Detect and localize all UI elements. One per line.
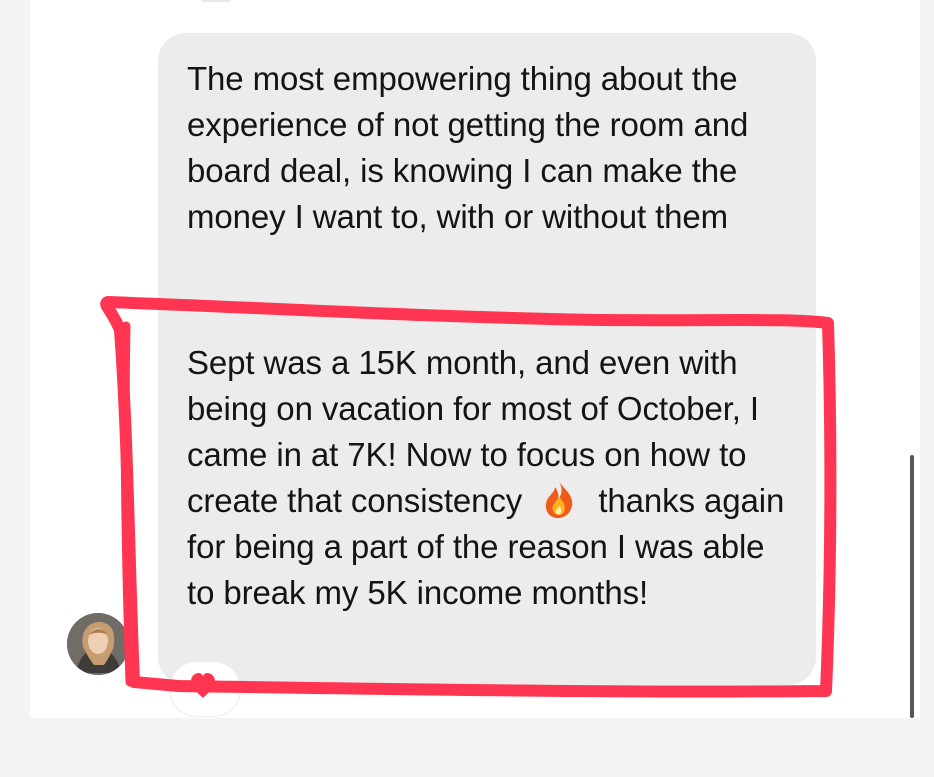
fire-icon (546, 481, 573, 518)
previous-message-fragment (198, 0, 234, 2)
scrollbar[interactable] (910, 455, 914, 718)
avatar-image-icon (67, 613, 129, 675)
avatar[interactable] (67, 613, 129, 675)
heart-icon (191, 673, 215, 698)
message-text-1: The most empowering thing about the expe… (187, 60, 749, 235)
message-text-2: Sept was a 15K month, and even with bein… (187, 340, 797, 616)
